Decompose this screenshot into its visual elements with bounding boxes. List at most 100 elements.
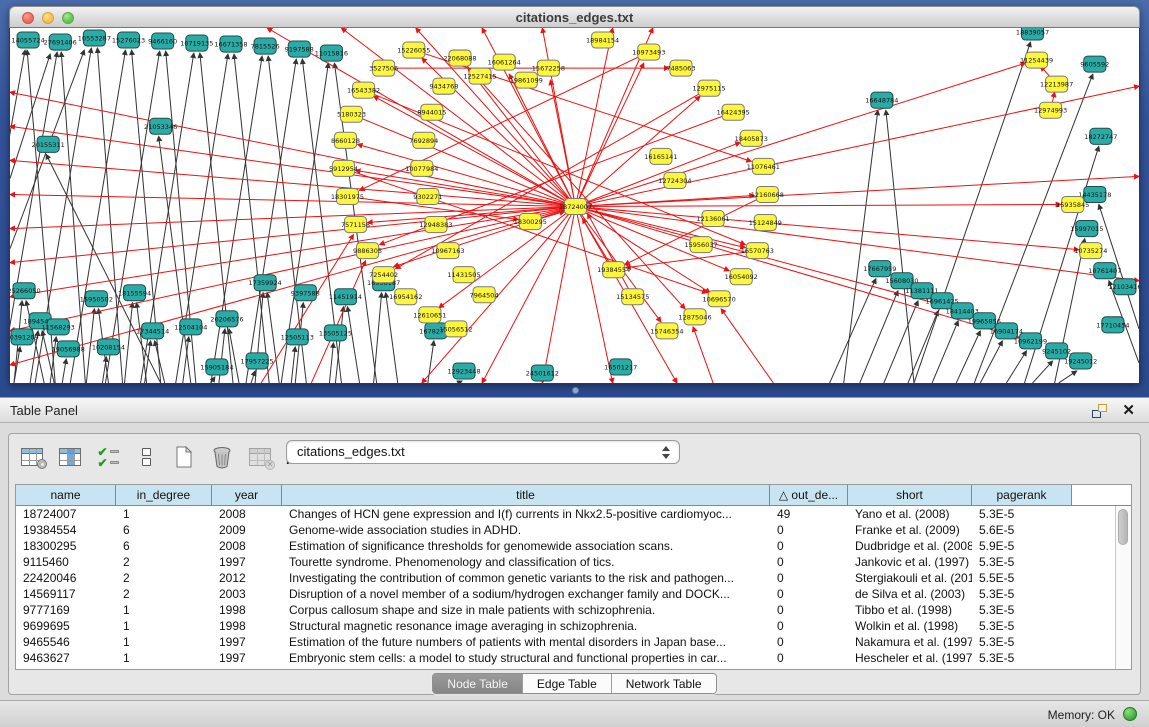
graph-node[interactable]: 11254439	[1020, 52, 1053, 68]
table-row[interactable]: 1830029562008Estimation of significance …	[16, 538, 1115, 554]
graph-node[interactable]: 10719135	[180, 35, 213, 51]
graph-node[interactable]: 17710454	[1096, 317, 1129, 333]
column-header-in_degree[interactable]: in_degree	[116, 485, 212, 506]
graph-node[interactable]: 15134575	[616, 289, 649, 305]
table-selector-dropdown[interactable]: citations_edges.txt	[286, 440, 680, 464]
graph-node[interactable]: 15124849	[749, 215, 782, 231]
graph-node[interactable]: 20206576	[210, 311, 243, 327]
graph-node[interactable]: 16543382	[347, 82, 380, 98]
graph-node[interactable]: 15226055	[397, 42, 430, 58]
close-panel-icon[interactable]: ✕	[1122, 401, 1135, 419]
graph-node[interactable]: 10761407	[1088, 263, 1121, 279]
graph-node[interactable]: 8660128	[331, 132, 360, 148]
graph-node[interactable]: 12974993	[1034, 102, 1067, 118]
network-view[interactable]: 1405572427691406105532871527602394661601…	[9, 28, 1140, 384]
graph-node[interactable]: 16570763	[741, 243, 774, 259]
graph-node[interactable]: 15276023	[112, 32, 145, 48]
scrollbar-thumb[interactable]	[1118, 509, 1128, 545]
graph-node[interactable]: 14055724	[11, 32, 44, 48]
table-row[interactable]: 969969511998Structural magnetic resonanc…	[16, 618, 1115, 634]
graph-node[interactable]: 16054092	[725, 269, 758, 285]
graph-node[interactable]: 9466160	[148, 33, 177, 49]
column-header-short[interactable]: short	[848, 485, 972, 506]
minimize-window-button[interactable]	[42, 12, 54, 24]
unselect-all-columns-icon[interactable]	[133, 445, 159, 469]
table-row[interactable]: 1938455462009Genome-wide association stu…	[16, 522, 1115, 538]
graph-node[interactable]: 9197588	[285, 41, 314, 57]
graph-node[interactable]: 12724304	[658, 172, 691, 188]
graph-node[interactable]: 12527415	[463, 68, 496, 84]
graph-node[interactable]: 9605592	[1080, 56, 1109, 72]
graph-node[interactable]: 18405873	[735, 130, 768, 146]
tab-network-table[interactable]: Network Table	[612, 674, 716, 693]
graph-node[interactable]: 12923448	[447, 363, 480, 379]
graph-node[interactable]: 12875046	[678, 309, 711, 325]
graph-node[interactable]: 10735274	[1074, 243, 1107, 259]
window-resize-grip[interactable]	[572, 387, 579, 394]
close-window-button[interactable]	[22, 12, 34, 24]
window-titlebar[interactable]: citations_edges.txt	[9, 6, 1140, 28]
delete-table-icon-disabled[interactable]: ✕	[247, 445, 273, 469]
graph-node[interactable]: 15746354	[650, 323, 683, 339]
graph-node[interactable]: 5912954	[329, 160, 358, 176]
column-header-out_degree[interactable]: △ out_de...	[770, 485, 848, 506]
graph-node[interactable]: 7964504	[470, 287, 499, 303]
graph-node[interactable]: 12975115	[692, 80, 725, 96]
column-header-name[interactable]: name	[16, 485, 116, 506]
table-row[interactable]: 946362711997Embryonic stem cells: a mode…	[16, 650, 1115, 666]
graph-node[interactable]: 7815526	[251, 38, 280, 54]
graph-node[interactable]: 10696570	[703, 291, 736, 307]
table-mode-icon[interactable]	[19, 445, 45, 469]
graph-node[interactable]: 8944015	[417, 104, 446, 120]
graph-node[interactable]: 12505113	[281, 329, 314, 345]
memory-status-icon[interactable]	[1123, 707, 1137, 721]
graph-node[interactable]: 24501612	[526, 365, 559, 381]
graph-node[interactable]: 10391209	[10, 329, 39, 345]
graph-node[interactable]: 18984154	[586, 32, 619, 48]
graph-node[interactable]: 9397588	[291, 285, 320, 301]
graph-node[interactable]: 3527506	[369, 60, 398, 76]
graph-node[interactable]: 5180323	[337, 106, 366, 122]
graph-node[interactable]: 16501217	[604, 359, 637, 375]
graph-node[interactable]: 12610651	[413, 307, 446, 323]
graph-node[interactable]: 12213987	[1040, 76, 1073, 92]
zoom-window-button[interactable]	[62, 12, 74, 24]
graph-node[interactable]: 17957225	[240, 353, 273, 369]
table-row[interactable]: 1872400712008Changes of HCN gene express…	[16, 506, 1115, 522]
table-row[interactable]: 1456911722003Disruption of a novel membe…	[16, 586, 1115, 602]
column-header-title[interactable]: title	[282, 485, 770, 506]
graph-node[interactable]: 16424395	[717, 104, 750, 120]
graph-node[interactable]: 18839057	[1016, 28, 1049, 40]
graph-node[interactable]: 16648784	[865, 92, 898, 108]
graph-node[interactable]: 9886305	[353, 243, 382, 259]
graph-node[interactable]: 13505125	[319, 325, 352, 341]
column-header-pagerank[interactable]: pagerank	[972, 485, 1072, 506]
graph-node[interactable]: 15905184	[200, 359, 233, 375]
graph-node[interactable]: 19056988	[52, 341, 85, 357]
network-canvas[interactable]: 1405572427691406105532871527602394661601…	[10, 28, 1139, 383]
graph-node[interactable]: 9434768	[429, 78, 458, 94]
graph-node[interactable]: 10553287	[78, 30, 111, 46]
table-row[interactable]: 911546021997Tourette syndrome. Phenomeno…	[16, 554, 1115, 570]
graph-node[interactable]: 15956037	[684, 237, 717, 253]
graph-node[interactable]: 16954162	[389, 289, 422, 305]
graph-node[interactable]: 16165141	[644, 148, 677, 164]
graph-node[interactable]: 7254402	[369, 267, 398, 283]
tab-node-table[interactable]: Node Table	[433, 674, 523, 693]
graph-node[interactable]: 18155594	[118, 285, 151, 301]
table-row[interactable]: 2242004622012Investigating the contribut…	[16, 570, 1115, 586]
graph-node[interactable]: 25266050	[10, 283, 41, 299]
graph-node[interactable]: 12136061	[697, 211, 730, 227]
graph-node[interactable]: 11076461	[747, 158, 780, 174]
graph-node[interactable]: 10077984	[405, 160, 438, 176]
graph-node[interactable]: 11451914	[329, 289, 362, 305]
graph-node[interactable]: 18272747	[1084, 128, 1117, 144]
graph-node[interactable]: 7485063	[666, 60, 695, 76]
table-row[interactable]: 977716911998Corpus callosum shape and si…	[16, 602, 1115, 618]
graph-node[interactable]: 20155311	[32, 136, 65, 152]
table-row[interactable]: 946554611997Estimation of the future num…	[16, 634, 1115, 650]
graph-node[interactable]: 16671358	[214, 36, 247, 52]
graph-node[interactable]: 9302271	[413, 188, 442, 204]
graph-node[interactable]: 7571158	[341, 217, 370, 233]
select-all-columns-icon[interactable]: ✔ ✔	[95, 445, 121, 469]
